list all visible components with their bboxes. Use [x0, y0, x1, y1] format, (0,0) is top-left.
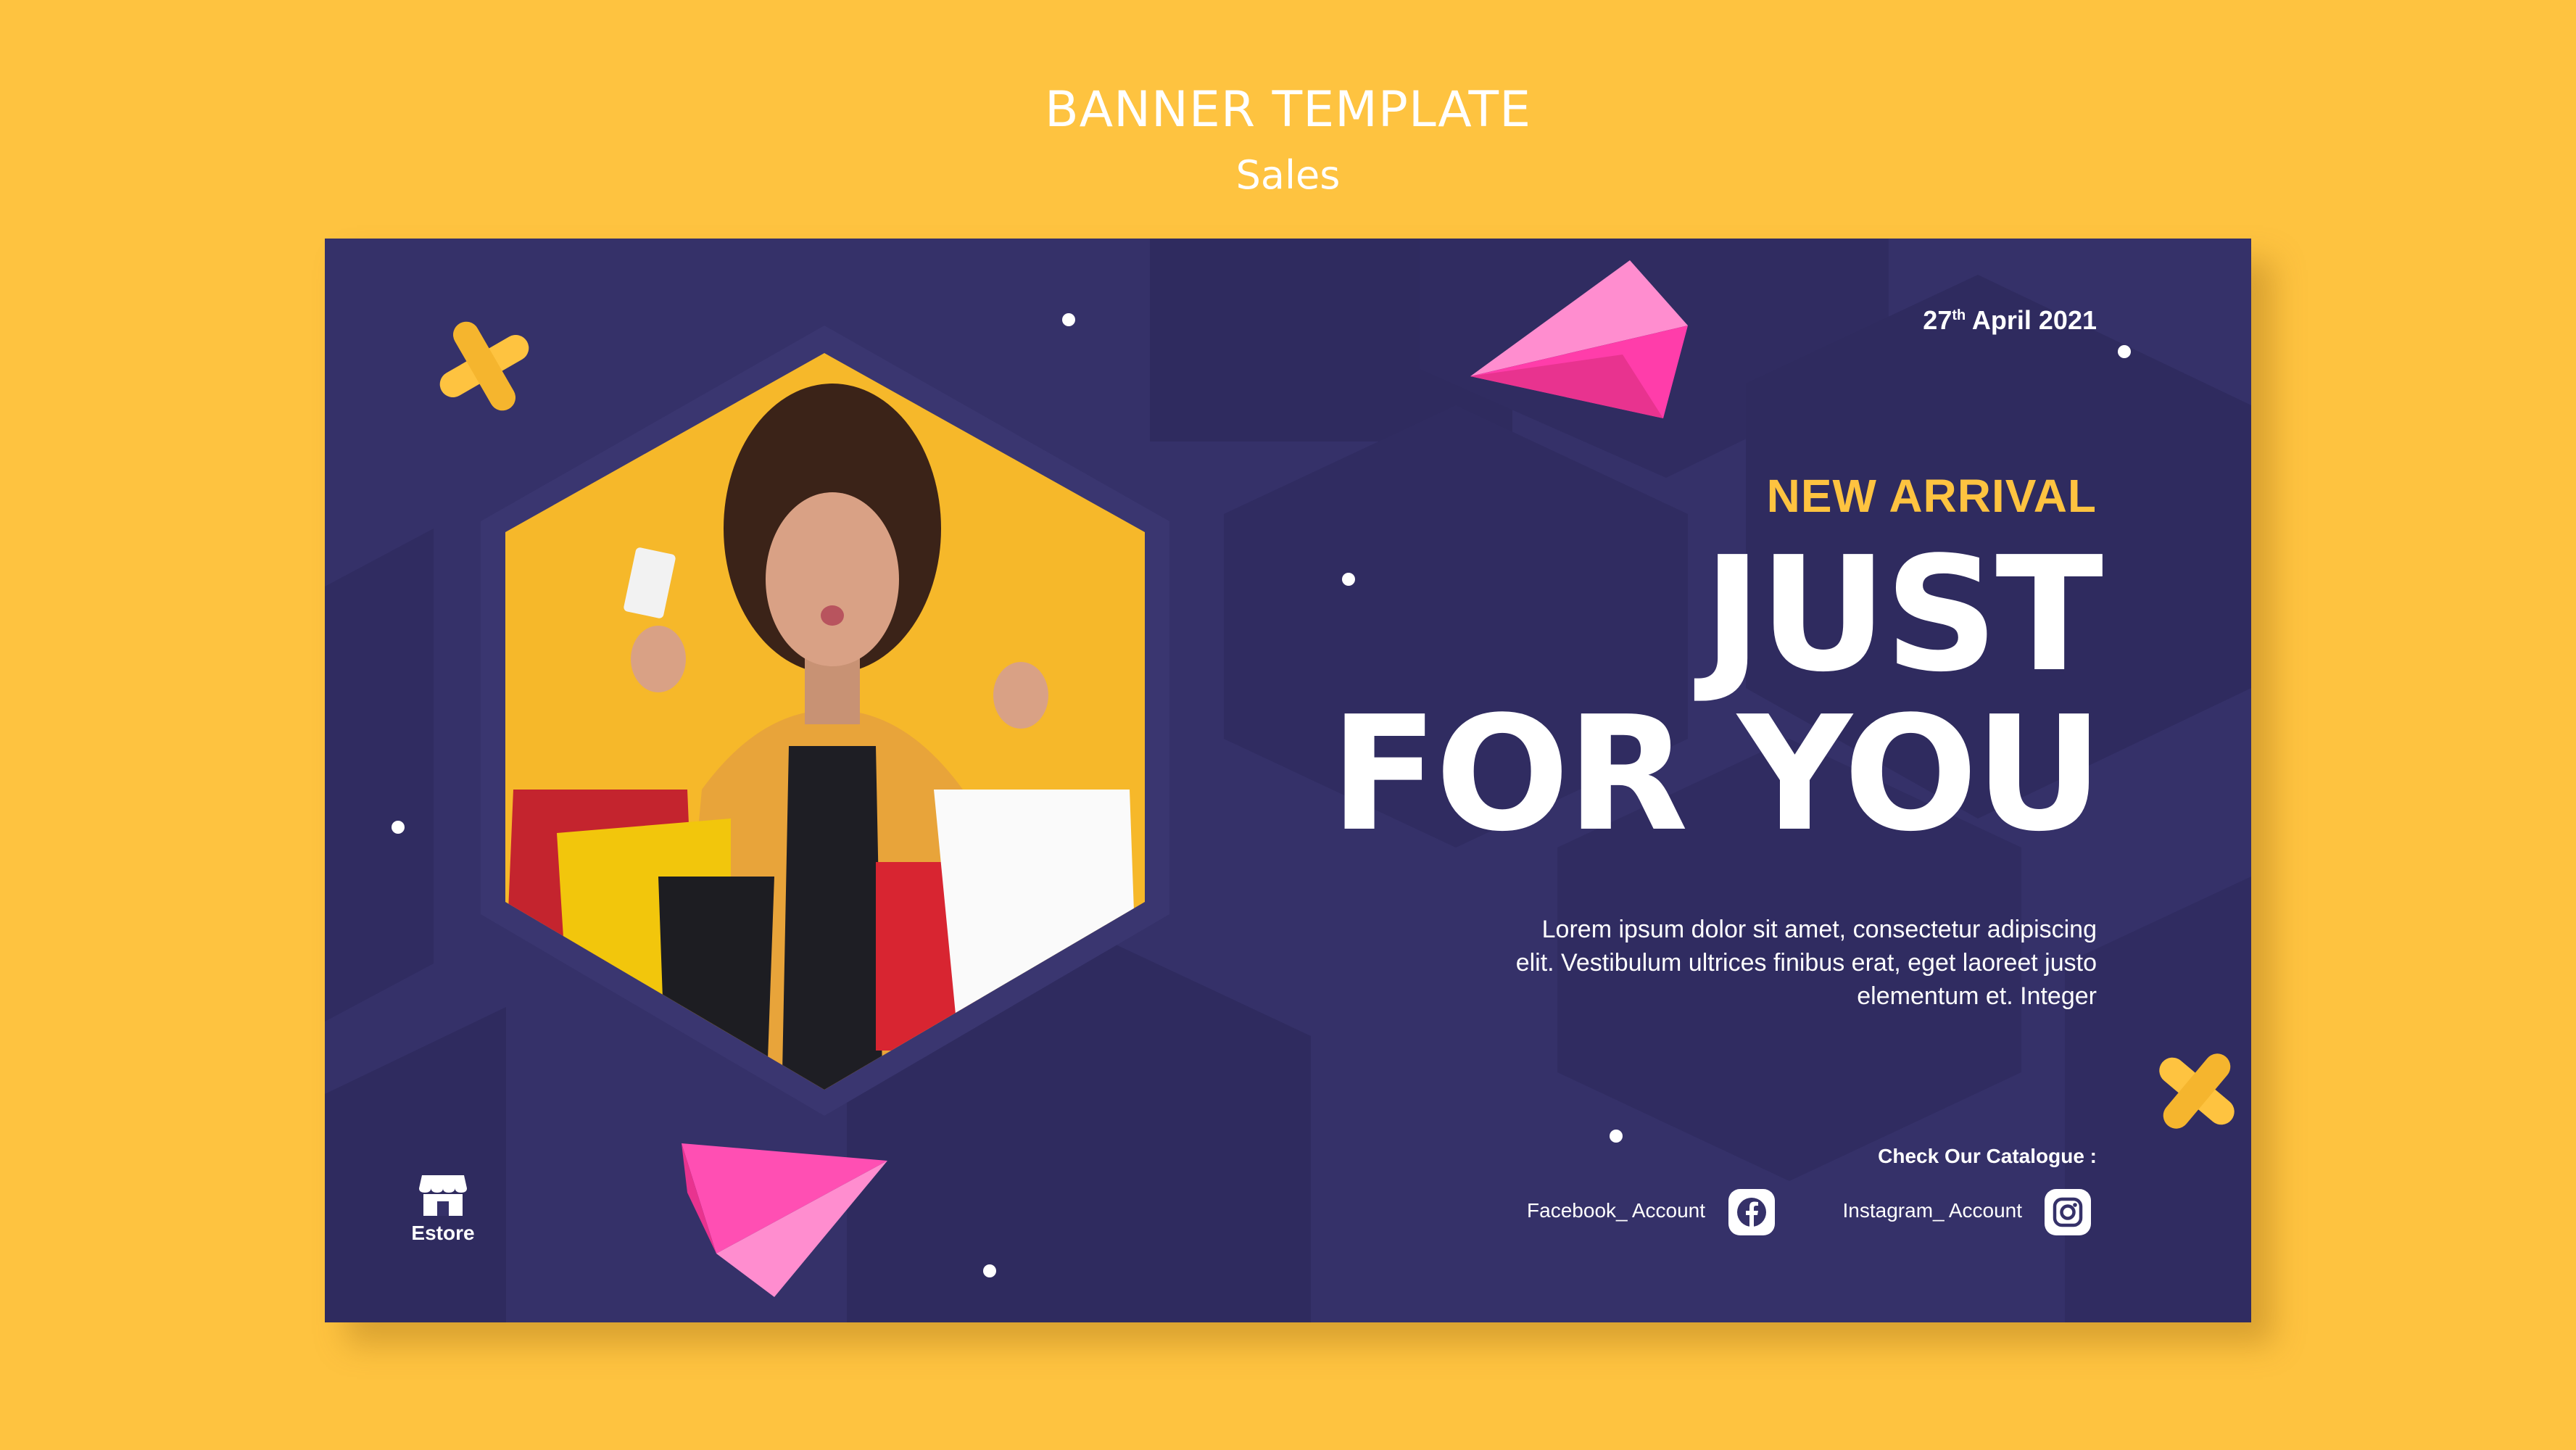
event-date: 27th April 2021	[1923, 305, 2097, 336]
catalogue-label: Check Our Catalogue :	[1878, 1145, 2097, 1167]
storefront-icon	[419, 1175, 467, 1216]
facebook-icon[interactable]	[1728, 1189, 1775, 1235]
date-suffix: th	[1952, 307, 1966, 323]
headline-line-1: JUST	[1703, 523, 2103, 707]
date-rest: April 2021	[1971, 305, 2097, 335]
page-title: BANNER TEMPLATE	[1044, 81, 1532, 138]
new-arrival-eyebrow: NEW ARRIVAL	[1766, 470, 2097, 522]
instagram-account-link[interactable]: Instagram_ Account	[1843, 1199, 2022, 1222]
plus-shape-icon	[439, 321, 529, 411]
banner-body-text: Lorem ipsum dolor sit amet, consectetur …	[1515, 916, 2097, 1010]
estore-logo: Estore	[403, 1174, 483, 1254]
date-day: 27	[1923, 305, 1952, 335]
page-subtitle: Sales	[1235, 152, 1341, 198]
facebook-account-link[interactable]: Facebook_ Account	[1527, 1199, 1705, 1222]
store-label: Estore	[411, 1222, 475, 1244]
instagram-icon[interactable]	[2045, 1189, 2091, 1235]
headline-line-2: FOR YOU	[1330, 683, 2103, 866]
sales-banner: 27th April 2021 NEW ARRIVAL JUST FOR YOU…	[325, 239, 2251, 1322]
